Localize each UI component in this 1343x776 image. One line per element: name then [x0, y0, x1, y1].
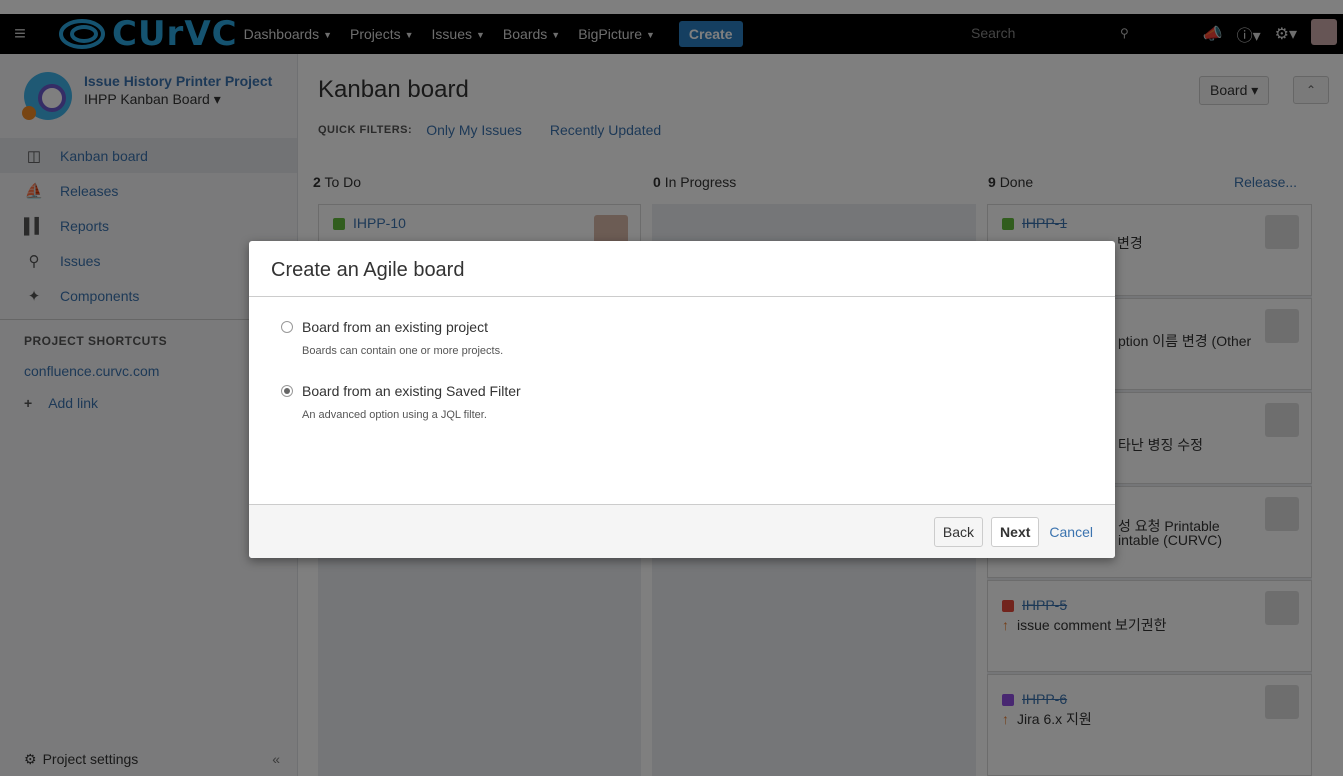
option-existing-project[interactable]: Board from an existing project: [281, 319, 1115, 335]
option-label[interactable]: Board from an existing Saved Filter: [302, 383, 521, 399]
dialog-title: Create an Agile board: [249, 241, 1115, 297]
option-label[interactable]: Board from an existing project: [302, 319, 488, 335]
cancel-link[interactable]: Cancel: [1049, 524, 1093, 540]
next-button[interactable]: Next: [991, 516, 1040, 547]
radio-existing-project[interactable]: [281, 321, 293, 333]
option-description: An advanced option using a JQL filter.: [302, 409, 487, 421]
option-description: Boards can contain one or more projects.: [302, 345, 504, 357]
option-saved-filter[interactable]: Board from an existing Saved Filter: [281, 383, 1115, 399]
back-button[interactable]: Back: [933, 516, 984, 547]
radio-saved-filter[interactable]: [281, 385, 293, 397]
create-board-dialog: Create an Agile board Board from an exis…: [249, 241, 1115, 558]
